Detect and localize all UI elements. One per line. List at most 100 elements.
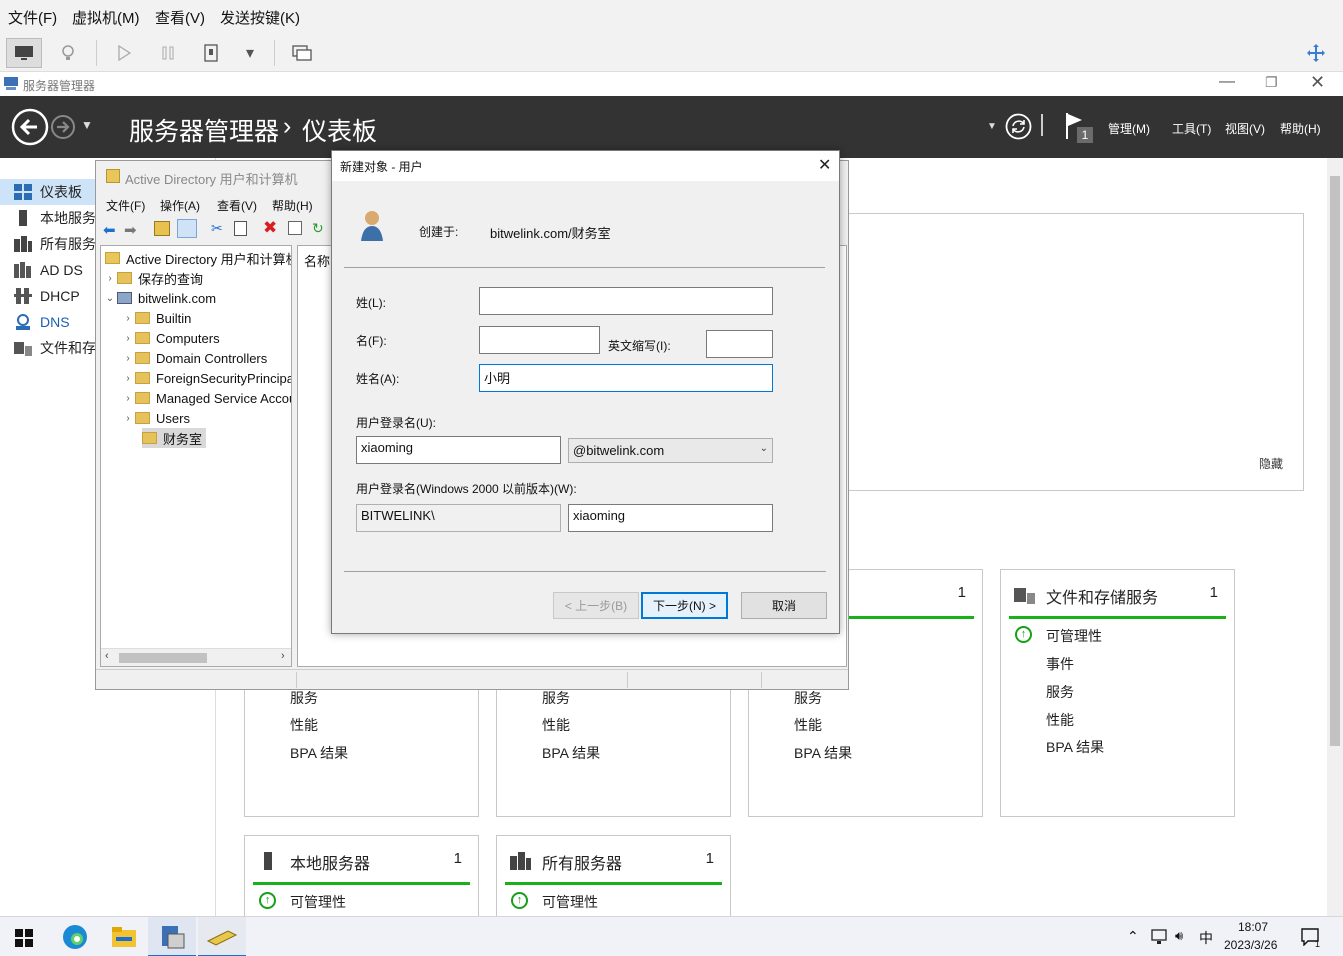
refresh-dropdown-icon[interactable]: ▼ [987,121,997,132]
vm-menu-view[interactable]: 查看(V) [155,7,205,28]
chevron-down-icon[interactable]: ⌄ [760,443,768,454]
logon-domain-select[interactable]: @bitwelink.com ⌄ [568,438,773,463]
tile-file-storage[interactable]: 文件和存储服务 1 ↑ 可管理性 事件 服务 性能 BPA 结果 [1000,569,1235,817]
adds-icon [14,262,32,278]
tree-item-selected-ou[interactable]: 财务室 [142,428,207,448]
tree-saved-queries[interactable]: › 保存的查询 [103,268,203,288]
fullscreen-icon[interactable] [1298,38,1334,68]
ad-menu-help[interactable]: 帮助(H) [272,197,313,214]
scrollbar-thumb[interactable] [1330,176,1340,746]
lightbulb-icon[interactable] [50,38,86,68]
play-icon[interactable] [106,38,142,68]
file-storage-icon [1014,586,1036,604]
monitor-icon[interactable] [6,38,42,68]
dialog-title: 新建对象 - 用户 [340,160,423,174]
menu-manage[interactable]: 管理(M) [1108,120,1150,137]
tree-item-builtin[interactable]: › Builtin [121,308,191,328]
clock-time[interactable]: 18:07 [1238,920,1268,934]
chevron-right-icon[interactable]: › [121,413,135,424]
up-folder-icon[interactable] [154,221,170,236]
tree-item-foreign-security-principals[interactable]: › ForeignSecurityPrincipals [121,368,291,388]
next-button[interactable]: 下一步(N) > [641,592,728,619]
vm-menu-vm[interactable]: 虚拟机(M) [72,7,140,28]
vm-menu-file[interactable]: 文件(F) [8,7,57,28]
close-button[interactable]: ✕ [1310,72,1325,93]
back-icon[interactable] [11,108,49,146]
ad-menu-file[interactable]: 文件(F) [106,197,145,214]
cut-icon[interactable]: ✂ [211,220,223,237]
clock-date[interactable]: 2023/3/26 [1224,938,1277,952]
chevron-right-icon[interactable]: › [121,313,135,324]
tree-item-managed-service-accounts[interactable]: ›Managed Service Accounts [121,388,291,408]
pause-icon[interactable] [150,38,186,68]
chevron-right-icon[interactable]: › [121,333,135,344]
tree-item-computers[interactable]: › Computers [121,328,219,348]
folder-icon [135,332,150,344]
tree-item-domain-controllers[interactable]: › Domain Controllers [121,348,267,368]
chevron-down-icon[interactable]: ⌄ [103,293,117,304]
dialog-close-button[interactable]: ✕ [818,155,831,175]
nav-dropdown-icon[interactable]: ▼ [81,118,93,132]
tree-item-users[interactable]: › Users [121,408,190,428]
tree-domain[interactable]: ⌄ bitwelink.com [103,288,216,308]
logon-name-label: 用户登录名(U): [356,416,436,430]
dns-icon [14,314,32,330]
tray-chevron-up-icon[interactable]: ⌃ [1127,928,1139,945]
file-explorer-icon[interactable] [112,927,136,947]
pre2000-name-input[interactable]: xiaoming [568,504,773,532]
restore-button[interactable]: ❐ [1265,74,1278,91]
back-button[interactable]: < 上一步(B) [553,592,639,619]
edge-browser-icon[interactable] [62,924,88,950]
ime-indicator[interactable]: 中 [1199,928,1213,948]
full-name-label: 姓名(A): [356,372,400,386]
back-arrow-icon[interactable]: ⬅ [103,221,116,239]
column-header-name[interactable]: 名称 [304,251,330,270]
logon-name-input[interactable]: xiaoming [356,436,561,464]
refresh-icon[interactable]: ↻ [312,220,324,237]
tree-hscrollbar[interactable]: ‹ › [101,648,291,666]
first-name-input[interactable] [479,326,600,354]
chevron-right-icon[interactable]: › [121,373,135,384]
tree-root[interactable]: Active Directory 用户和计算机 [105,248,291,268]
tile-local-server[interactable]: 本地服务器 1 ↑ 可管理性 [244,835,479,925]
initials-input[interactable] [706,330,773,358]
tree-hscroll-thumb[interactable] [119,653,207,663]
forward-icon[interactable] [50,114,76,140]
chevron-right-icon[interactable]: › [121,353,135,364]
pre2000-label: 用户登录名(Windows 2000 以前版本)(W): [356,482,577,496]
chevron-down-icon[interactable]: ▾ [232,38,268,68]
clipboard-icon[interactable] [234,221,247,236]
breadcrumb-page: 仪表板 [302,118,378,146]
cancel-button[interactable]: 取消 [741,592,827,619]
forward-arrow-icon[interactable]: ➡ [124,221,137,239]
taskbar-ad-users[interactable] [198,917,246,956]
windows-start-icon[interactable] [15,929,33,947]
minimize-button[interactable]: — [1219,73,1235,91]
menu-tools[interactable]: 工具(T) [1172,120,1211,137]
scroll-left-icon[interactable]: ‹ [105,650,109,662]
menu-help[interactable]: 帮助(H) [1280,120,1321,137]
ad-menu-action[interactable]: 操作(A) [160,197,200,214]
menu-view[interactable]: 视图(V) [1225,120,1265,137]
power-icon[interactable] [193,38,229,68]
delete-icon[interactable]: ✖ [263,218,277,238]
sm-scrollbar[interactable] [1327,158,1343,916]
tile-all-servers[interactable]: 所有服务器 1 ↑ 可管理性 [496,835,731,925]
properties-icon[interactable] [288,221,302,235]
chevron-right-icon[interactable]: › [121,393,135,404]
show-tree-icon[interactable] [177,219,197,238]
chevron-right-icon[interactable]: › [103,273,117,284]
notification-count-badge: 1 [1315,939,1321,949]
network-icon[interactable] [1151,929,1169,945]
ad-menu-view[interactable]: 查看(V) [217,197,257,214]
scroll-right-icon[interactable]: › [281,650,285,662]
volume-icon[interactable]: 🔊︎ [1175,928,1183,944]
screens-icon[interactable] [284,38,320,68]
taskbar-server-manager[interactable] [148,917,196,956]
hide-link[interactable]: 隐藏 [1259,455,1283,472]
full-name-input[interactable]: 小明 [479,364,773,392]
vm-menu-send-keys[interactable]: 发送按键(K) [220,7,300,28]
last-name-input[interactable] [479,287,773,315]
initials-label: 英文缩写(I): [608,339,671,353]
refresh-icon[interactable] [1005,113,1032,140]
